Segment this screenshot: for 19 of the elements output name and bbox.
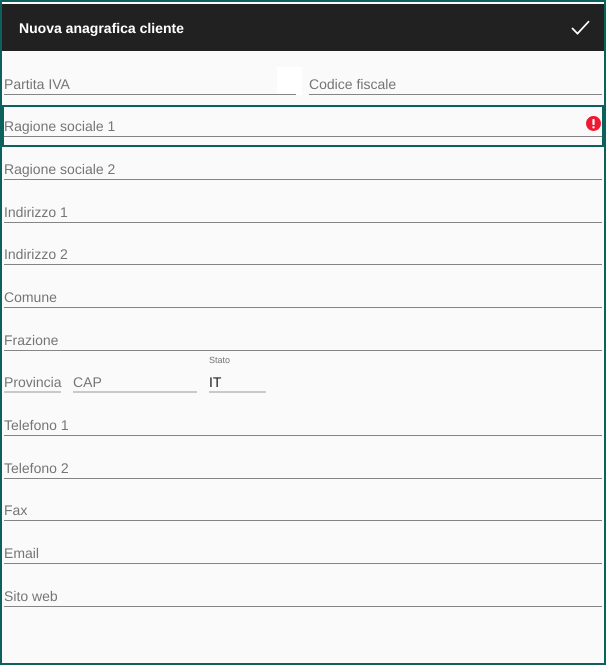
text-field[interactable]: Comune bbox=[4, 284, 602, 308]
text-field[interactable]: CAP bbox=[73, 370, 197, 394]
text-field[interactable]: Ragione sociale 2 bbox=[4, 156, 602, 180]
text-field[interactable]: Indirizzo 2 bbox=[4, 242, 602, 266]
text-field[interactable]: Provincia bbox=[4, 370, 61, 394]
text-field[interactable]: Ragione sociale 1 bbox=[4, 114, 602, 138]
blank-tile bbox=[277, 66, 302, 95]
text-field[interactable]: Fax bbox=[4, 498, 602, 522]
check-icon[interactable] bbox=[571, 20, 590, 35]
text-field[interactable]: Frazione bbox=[4, 328, 602, 351]
text-field[interactable]: Telefono 1 bbox=[4, 412, 602, 436]
text-field[interactable]: Email bbox=[4, 540, 602, 564]
text-field[interactable]: Sito web bbox=[4, 584, 602, 607]
text-field[interactable]: Indirizzo 1 bbox=[4, 200, 602, 223]
text-field[interactable]: Stato IT bbox=[209, 355, 266, 394]
screen-title: Nuova anagrafica cliente bbox=[19, 20, 184, 36]
text-field[interactable]: Telefono 2 bbox=[4, 456, 602, 479]
text-field[interactable]: Codice fiscale bbox=[309, 72, 602, 95]
text-field[interactable]: Partita IVA bbox=[4, 72, 277, 95]
